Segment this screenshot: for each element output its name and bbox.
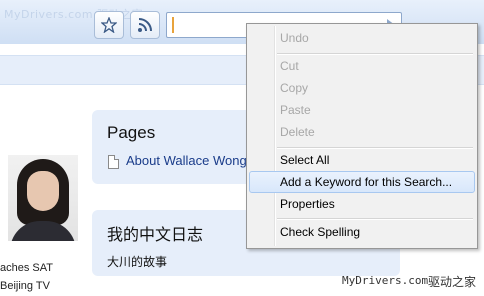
context-menu: Undo Cut Copy Paste Delete Select All Ad… [246,23,478,249]
blog-title: 我的中文日志 [107,225,204,244]
menu-item-check-spelling[interactable]: Check Spelling [249,222,475,242]
menu-item-delete[interactable]: Delete [249,122,475,142]
star-icon [101,17,117,33]
profile-caption-line2: Beijing TV [0,280,50,292]
page-icon [108,155,119,169]
profile-caption-line1: aches SAT [0,262,53,274]
text-caret [172,17,174,33]
menu-item-cut[interactable]: Cut [249,56,475,76]
menu-item-add-keyword[interactable]: Add a Keyword for this Search... [249,171,475,193]
profile-photo [8,155,78,241]
menu-item-properties[interactable]: Properties [249,194,475,214]
menu-separator [277,218,473,220]
menu-item-paste[interactable]: Paste [249,100,475,120]
about-link[interactable]: About Wallace Wong [126,153,247,168]
menu-item-copy[interactable]: Copy [249,78,475,98]
menu-item-undo[interactable]: Undo [249,28,475,48]
blog-item-link[interactable]: 大川的故事 [107,253,167,270]
site-watermark: MyDrivers.com [342,274,429,287]
rss-icon [138,18,152,32]
menu-separator [277,53,473,55]
site-watermark-cn: 驱动之家 [428,275,477,289]
pages-title: Pages [107,123,156,142]
menu-separator [277,147,473,149]
feed-button[interactable] [130,11,160,39]
bookmark-button[interactable] [94,11,124,39]
menu-item-select-all[interactable]: Select All [249,150,475,170]
